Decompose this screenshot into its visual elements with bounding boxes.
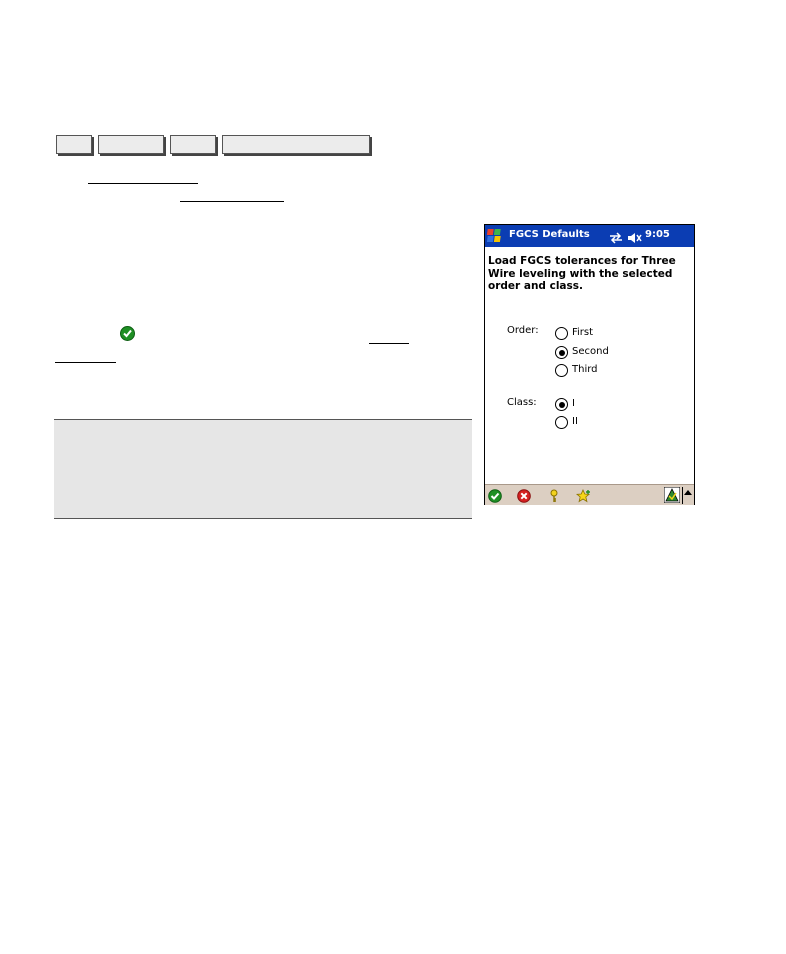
order-radio-third[interactable]	[555, 364, 568, 377]
key-help-icon[interactable]	[547, 488, 561, 502]
breadcrumb-tab-4[interactable]	[222, 135, 370, 154]
window-title: FGCS Defaults	[509, 229, 590, 240]
breadcrumb-tab-3[interactable]	[170, 135, 216, 154]
title-bar: FGCS Defaults 9:05	[485, 225, 694, 247]
command-bar	[485, 484, 694, 505]
speaker-muted-icon[interactable]	[627, 229, 642, 248]
clock-time[interactable]: 9:05	[645, 229, 670, 240]
order-label: Order:	[507, 325, 539, 336]
windows-start-icon[interactable]	[486, 227, 505, 245]
description-text: Load FGCS tolerances for Three Wire leve…	[488, 255, 676, 292]
order-option-second[interactable]: Second	[572, 346, 609, 357]
breadcrumb-tab-2[interactable]	[98, 135, 164, 154]
doc-link-4[interactable]	[55, 362, 116, 364]
order-radio-second[interactable]	[555, 346, 568, 359]
input-panel-separator	[682, 487, 683, 504]
input-panel-arrow-icon[interactable]	[684, 490, 692, 495]
sync-arrows-icon[interactable]	[609, 229, 623, 248]
order-radio-first[interactable]	[555, 327, 568, 340]
input-panel-icon[interactable]	[663, 486, 681, 504]
class-option-ii[interactable]: II	[572, 416, 578, 427]
red-x-icon[interactable]	[517, 488, 531, 503]
green-check-icon[interactable]	[488, 488, 502, 503]
class-option-i[interactable]: I	[572, 398, 575, 409]
class-radio-ii[interactable]	[555, 416, 568, 429]
doc-link-2[interactable]	[180, 201, 284, 203]
note-box	[54, 419, 472, 519]
doc-green-check-icon	[120, 326, 135, 341]
class-label: Class:	[507, 397, 537, 408]
star-icon[interactable]	[575, 488, 591, 503]
doc-link-1[interactable]	[88, 183, 198, 185]
pocketpc-screen: FGCS Defaults 9:05 Load FGCS tolerances …	[484, 224, 695, 505]
doc-link-3[interactable]	[369, 343, 409, 345]
order-option-first[interactable]: First	[572, 327, 593, 338]
breadcrumb-tab-1[interactable]	[56, 135, 92, 154]
class-radio-i[interactable]	[555, 398, 568, 411]
order-option-third[interactable]: Third	[572, 364, 598, 375]
